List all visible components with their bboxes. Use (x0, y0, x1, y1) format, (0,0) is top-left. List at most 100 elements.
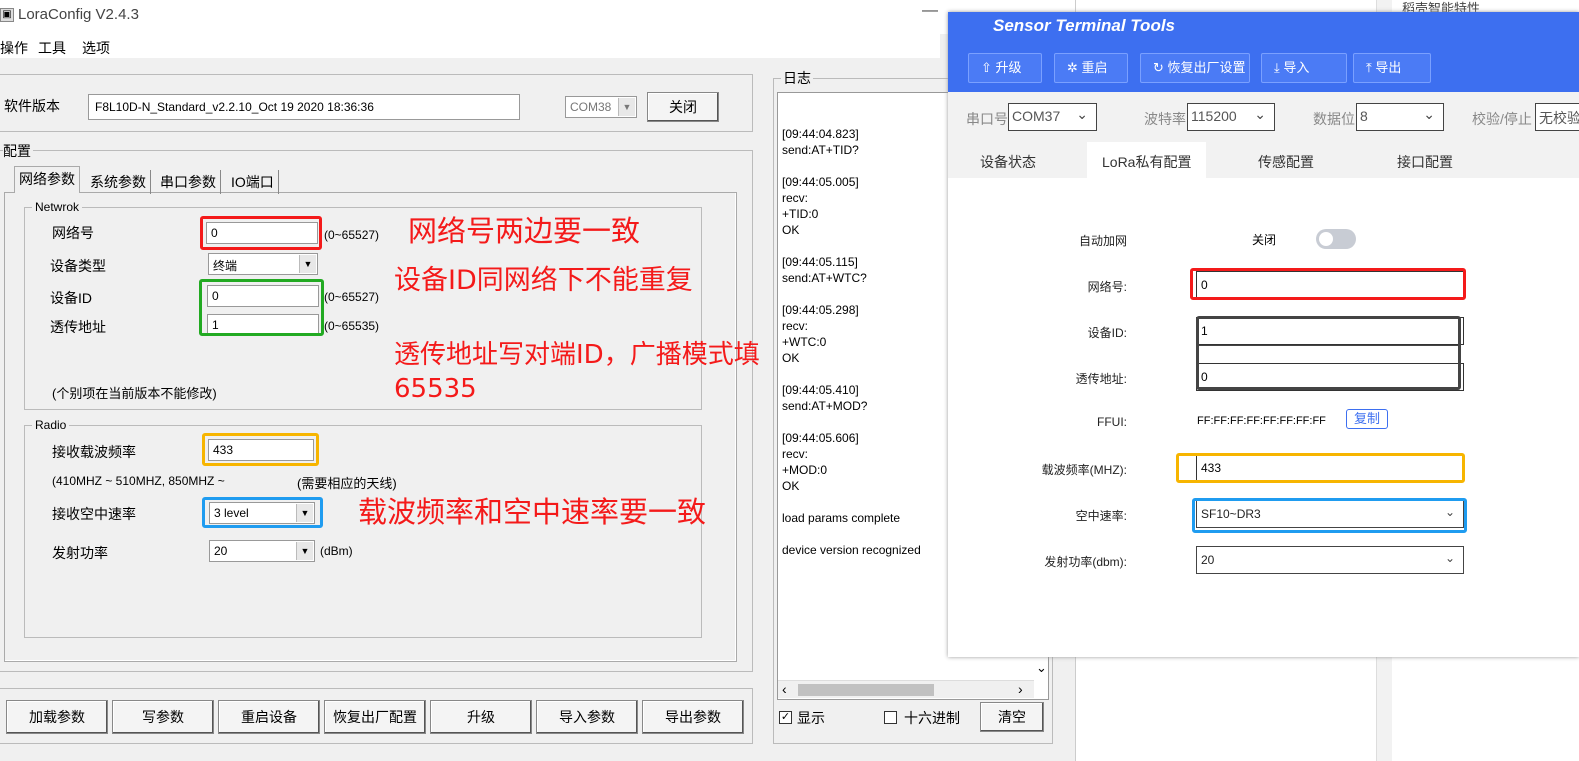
write-params-button[interactable]: 写参数 (112, 700, 214, 734)
import-params-button[interactable]: 导入参数 (536, 700, 638, 734)
import-label: 导入 (1283, 60, 1310, 75)
port-select[interactable]: COM38 ▼ (565, 96, 637, 118)
export-icon: ⤒ (1366, 60, 1376, 75)
hex-label: 十六进制 (904, 710, 960, 726)
net-id-label: 网络号: (1087, 280, 1127, 294)
highlight-net-id-right (1190, 268, 1466, 300)
device-id-range: (0~65527) (324, 290, 380, 304)
rate-label: 空中速率: (1075, 509, 1127, 523)
device-type-select[interactable]: 终端 ▼ (208, 253, 318, 275)
device-type-label: 设备类型 (50, 258, 106, 274)
import-button[interactable]: ⤓ 导入 (1261, 53, 1347, 83)
upgrade-label: 升级 (995, 60, 1022, 75)
power-value: 20 (1201, 553, 1215, 567)
chevron-down-icon: ⌄ (1423, 106, 1435, 122)
tab-sensor-config[interactable]: 传感配置 (1258, 152, 1314, 172)
log-entry: [09:44:05.410] send:AT+MOD? (782, 383, 868, 413)
highlight-id-addr-right (1196, 316, 1461, 390)
data-bits-select[interactable]: 8 ⌄ (1356, 103, 1444, 131)
tab-io[interactable]: IO端口 (227, 170, 279, 194)
tab-system[interactable]: 系统参数 (86, 170, 151, 194)
window-title: LoraConfig V2.4.3 (18, 6, 139, 23)
network-group-title: Netwrok (32, 200, 83, 214)
title-bar: ▣ LoraConfig V2.4.3 — (0, 0, 1075, 34)
auto-join-label: 自动加网 (1078, 234, 1127, 248)
menu-bar: 操作 工具 选项 (0, 34, 940, 58)
export-params-button[interactable]: 导出参数 (642, 700, 744, 734)
power-select[interactable]: 20 ▼ (209, 540, 315, 562)
chevron-down-icon: ▼ (296, 542, 313, 560)
upload-icon: ⇧ (981, 60, 996, 75)
sensor-tools-title: Sensor Terminal Tools (993, 16, 1176, 35)
restart-label: 重启 (1081, 60, 1108, 75)
annotation-trans-addr-2: 65535 (394, 374, 477, 404)
highlight-rate-right (1192, 498, 1467, 533)
tab-interface-config[interactable]: 接口配置 (1397, 152, 1453, 172)
upgrade-button[interactable]: ⇧ 升级 (968, 53, 1042, 83)
auto-join-toggle[interactable] (1316, 229, 1356, 249)
log-hscrollbar[interactable]: ‹ › (778, 680, 1034, 698)
annotation-trans-addr: 透传地址写对端ID，广播模式填 (394, 340, 760, 370)
freq-label: 接收载波频率 (52, 444, 136, 460)
tab-device-status[interactable]: 设备状态 (980, 152, 1036, 172)
port-value: COM38 (570, 100, 612, 114)
chevron-down-icon: ⌄ (1076, 106, 1088, 122)
divider-line (1199, 345, 1459, 346)
show-checkbox[interactable]: ✓ (779, 711, 792, 724)
port-label: 串口号 (966, 111, 1008, 127)
power-unit: (dBm) (320, 544, 353, 558)
log-entry: [09:44:05.606] recv: +MOD:0 OK (782, 431, 859, 493)
app-icon: ▣ (0, 8, 14, 22)
log-entry: [09:44:05.298] recv: +WTC:0 OK (782, 303, 859, 365)
chevron-down-icon: ▼ (618, 98, 635, 116)
clear-button[interactable]: 清空 (980, 702, 1044, 732)
menu-tools[interactable]: 工具 (38, 38, 66, 58)
log-title: 日志 (781, 68, 813, 88)
log-entries: [09:44:04.823] send:AT+TID? [09:44:05.00… (782, 126, 952, 558)
chevron-down-icon: ⌄ (1444, 551, 1455, 565)
import-icon: ⤓ (1274, 60, 1284, 75)
version-label: 软件版本 (4, 98, 60, 114)
export-label: 导出 (1375, 60, 1402, 75)
port-select[interactable]: COM37 ⌄ (1008, 103, 1097, 131)
scroll-thumb[interactable] (798, 684, 934, 696)
chevron-right-icon[interactable]: › (1018, 681, 1023, 697)
chevron-left-icon[interactable]: ‹ (782, 681, 787, 697)
device-id-label: 设备ID (50, 290, 92, 306)
baud-select[interactable]: 115200 ⌄ (1187, 103, 1275, 131)
chevron-down-icon[interactable]: ⌄ (1036, 660, 1047, 676)
network-note: (个别项在当前版本不能修改) (52, 386, 217, 401)
highlight-net-id (200, 216, 322, 250)
copy-button[interactable]: 复制 (1346, 409, 1388, 429)
restart-device-button[interactable]: 重启设备 (218, 700, 320, 734)
tab-lora-config[interactable]: LoRa私有配置 (1102, 152, 1191, 172)
factory-reset-button[interactable]: 恢复出厂配置 (324, 700, 426, 734)
menu-operate[interactable]: 操作 (0, 38, 28, 58)
device-type-value: 终端 (213, 259, 238, 273)
restart-button[interactable]: ✲ 重启 (1054, 53, 1128, 83)
tab-serial[interactable]: 串口参数 (156, 170, 221, 194)
close-button[interactable]: 关闭 (647, 92, 719, 122)
upgrade-button[interactable]: 升级 (430, 700, 532, 734)
version-field: F8L10D-N_Standard_v2.2.10_Oct 19 2020 18… (88, 94, 520, 120)
minimize-icon[interactable]: — (922, 2, 938, 20)
log-entry: [09:44:05.005] recv: +TID:0 OK (782, 175, 859, 237)
hex-checkbox[interactable] (884, 711, 897, 724)
parity-select[interactable]: 无校验 (1535, 103, 1579, 131)
refresh-icon: ↻ (1153, 60, 1168, 75)
tab-network[interactable]: 网络参数 (14, 166, 80, 193)
radio-group-title: Radio (32, 418, 70, 432)
trans-addr-label: 透传地址 (50, 319, 106, 335)
highlight-freq-right (1176, 453, 1465, 483)
log-entry: load params complete (782, 511, 901, 525)
menu-options[interactable]: 选项 (82, 38, 110, 58)
data-bits-label: 数据位 (1313, 111, 1355, 127)
baud-value: 115200 (1191, 108, 1237, 124)
load-params-button[interactable]: 加载参数 (6, 700, 108, 734)
highlight-freq (202, 433, 319, 466)
export-button[interactable]: ⤒ 导出 (1353, 53, 1431, 83)
factory-reset-button[interactable]: ↻ 恢复出厂设置 (1140, 53, 1250, 83)
annotation-freq-rate: 载波频率和空中速率要一致 (358, 495, 707, 529)
device-id-label: 设备ID: (1087, 326, 1127, 340)
power-select[interactable]: 20 ⌄ (1196, 546, 1464, 574)
